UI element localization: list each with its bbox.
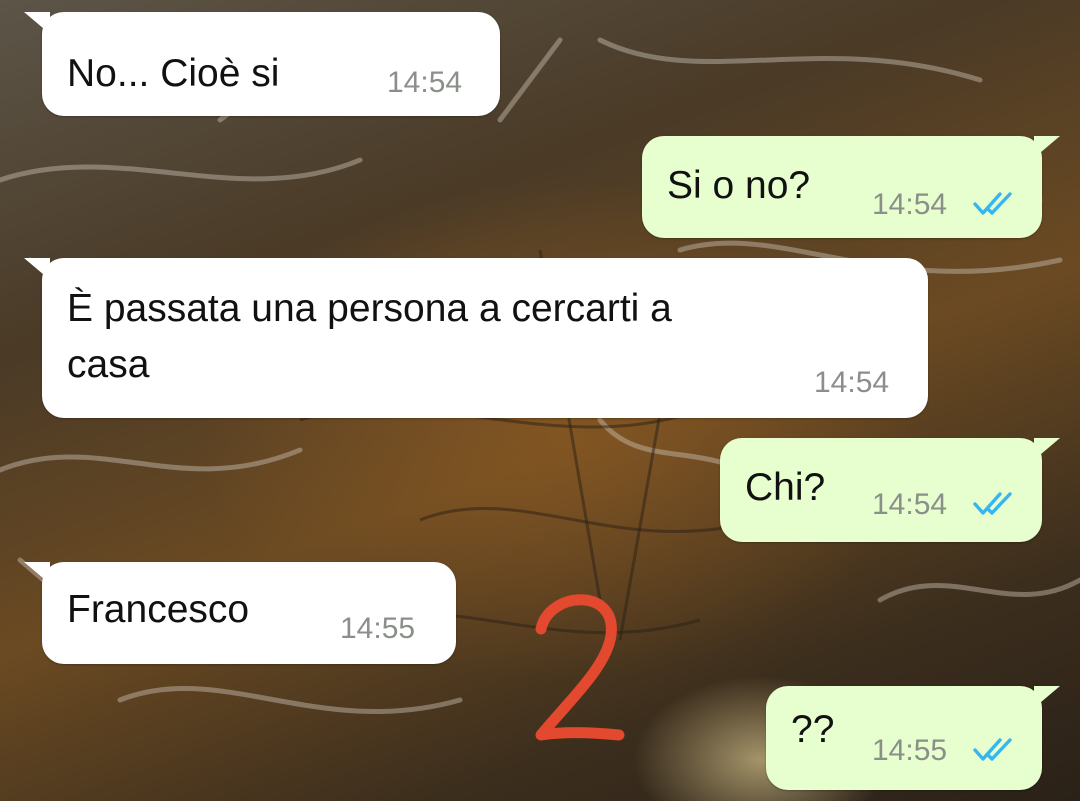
message-text: È passata una persona a cercarti a casa xyxy=(67,287,672,386)
message-bubble-outgoing[interactable]: ?? 14:55 xyxy=(766,686,1060,790)
message-bubble-incoming[interactable]: Francesco 14:55 xyxy=(24,562,456,664)
double-check-icon xyxy=(973,738,1012,761)
message-timestamp: 14:54 xyxy=(387,66,463,99)
double-check-icon xyxy=(973,492,1012,515)
message-text: Chi? xyxy=(745,466,826,509)
message-text: Si o no? xyxy=(667,164,811,207)
message-text: Francesco xyxy=(67,588,250,631)
message-text: No... Cioè si xyxy=(67,52,280,95)
message-text: ?? xyxy=(791,708,835,751)
message-timestamp: 14:54 xyxy=(872,188,948,221)
handwritten-number-annotation xyxy=(535,594,625,741)
message-bubble-incoming[interactable]: È passata una persona a cercarti a casa … xyxy=(24,258,928,418)
message-timestamp: 14:54 xyxy=(814,366,890,399)
message-bubble-incoming[interactable]: No... Cioè si 14:54 xyxy=(24,12,500,116)
message-timestamp: 14:55 xyxy=(872,734,948,767)
message-bubble-outgoing[interactable]: Chi? 14:54 xyxy=(720,438,1060,542)
message-bubble-outgoing[interactable]: Si o no? 14:54 xyxy=(642,136,1060,238)
message-timestamp: 14:55 xyxy=(340,612,416,645)
double-check-icon xyxy=(973,192,1012,215)
message-timestamp: 14:54 xyxy=(872,488,948,521)
